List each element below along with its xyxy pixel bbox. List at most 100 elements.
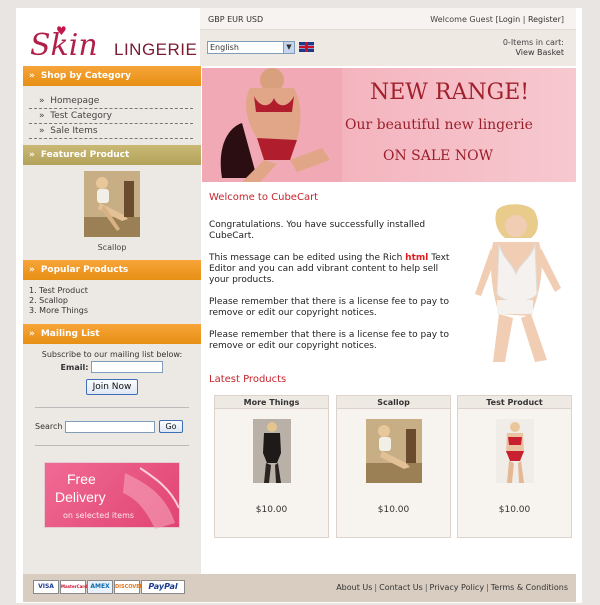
- mailing-heading: » Mailing List: [23, 324, 201, 344]
- category-item-homepage[interactable]: » Homepage: [29, 94, 193, 109]
- product-price: $10.00: [255, 505, 288, 515]
- uk-flag-icon[interactable]: [299, 42, 314, 52]
- promo-free: Free: [67, 471, 96, 487]
- promo-banner[interactable]: NEW RANGE! Our beautiful new lingerie ON…: [202, 68, 576, 182]
- currency-eur[interactable]: EUR: [227, 15, 243, 24]
- amex-card-icon: AMEX: [87, 580, 113, 594]
- product-card[interactable]: Scallop $10.00: [336, 395, 451, 538]
- product-card[interactable]: Test Product $10.00: [457, 395, 572, 538]
- featured-heading: » Featured Product: [23, 145, 201, 165]
- banner-line2: Our beautiful new lingerie: [345, 117, 533, 133]
- welcome-prefix: Welcome Guest [: [430, 15, 499, 24]
- language-select[interactable]: English ▼: [207, 41, 295, 54]
- featured-caption[interactable]: Scallop: [23, 243, 201, 252]
- promo-delivery: Delivery: [55, 489, 106, 505]
- about-us-link[interactable]: About Us: [336, 583, 372, 592]
- currency-switcher: GBP EUR USD: [208, 15, 263, 24]
- intro-para: Congratulations. You have successfully i…: [209, 220, 426, 241]
- popular-heading: » Popular Products: [23, 260, 201, 280]
- product-image[interactable]: [495, 419, 534, 483]
- payment-cards: VISA MasterCard AMEX DISCOVER PayPal: [33, 580, 186, 594]
- go-button[interactable]: Go: [159, 420, 183, 433]
- double-chevron-icon: »: [29, 265, 35, 275]
- discover-card-icon: DISCOVER: [114, 580, 144, 594]
- intro-para: Please remember that there is a license …: [209, 297, 449, 318]
- sidebar: » Shop by Category » Homepage » Test Cate…: [23, 66, 201, 574]
- product-price: $10.00: [498, 505, 531, 515]
- logo-lingerie-text: LINGERIE: [114, 40, 198, 59]
- intro-para: Please remember that there is a license …: [209, 330, 449, 351]
- cart-summary: 0-Items in cart: View Basket: [503, 38, 564, 58]
- double-chevron-icon: »: [29, 71, 35, 81]
- currency-gbp[interactable]: GBP: [208, 15, 225, 24]
- login-link[interactable]: Login: [499, 15, 521, 24]
- intro-text: Congratulations. You have successfully i…: [209, 220, 454, 363]
- search-label: Search: [35, 422, 63, 431]
- store-logo[interactable]: Skin ♥ LINGERIE: [16, 24, 198, 64]
- product-price: $10.00: [377, 505, 410, 515]
- double-chevron-icon: »: [29, 329, 35, 339]
- product-name[interactable]: More Things: [215, 396, 328, 409]
- category-heading-label: Shop by Category: [40, 71, 131, 81]
- language-bar: English ▼ 0-Items in cart: View Basket: [200, 30, 576, 66]
- email-label: Email:: [60, 362, 89, 372]
- heart-icon: ♥: [56, 24, 67, 38]
- product-image[interactable]: [252, 419, 291, 483]
- category-heading: » Shop by Category: [23, 66, 201, 86]
- terms-link[interactable]: Terms & Conditions: [491, 583, 568, 592]
- register-link[interactable]: Register: [528, 15, 561, 24]
- chevron-down-icon[interactable]: ▼: [283, 42, 294, 53]
- currency-usd[interactable]: USD: [246, 15, 263, 24]
- banner-line1: NEW RANGE!: [370, 80, 530, 105]
- welcome-suffix: ]: [560, 15, 564, 24]
- divider: [35, 445, 189, 446]
- product-photo-graphic: [495, 419, 534, 483]
- banner-line3: ON SALE NOW: [383, 148, 493, 164]
- mailing-form: Subscribe to our mailing list below: Ema…: [23, 344, 201, 395]
- popular-item[interactable]: 1. Test Product: [29, 286, 88, 295]
- double-chevron-icon: »: [29, 150, 35, 160]
- category-label: Test Category: [50, 111, 112, 121]
- welcome-text: Welcome Guest [Login | Register]: [430, 15, 564, 24]
- featured-photo-graphic: [84, 171, 140, 237]
- product-photo-graphic: [365, 419, 422, 483]
- language-value: English: [210, 43, 239, 52]
- popular-list: 1. Test Product 2. Scallop 3. More Thing…: [23, 280, 201, 324]
- mailing-heading-label: Mailing List: [40, 329, 100, 339]
- html-highlight: html: [405, 253, 429, 263]
- contact-us-link[interactable]: Contact Us: [379, 583, 423, 592]
- free-delivery-promo[interactable]: Free Delivery on selected items: [44, 462, 180, 529]
- popular-heading-label: Popular Products: [40, 265, 129, 275]
- latest-products-title: Latest Products: [209, 374, 287, 385]
- category-item-test-category[interactable]: » Test Category: [29, 109, 193, 124]
- popular-item[interactable]: 3. More Things: [29, 306, 88, 315]
- intro-para-rich: This message can be edited using the Ric…: [209, 253, 454, 286]
- product-photo-graphic: [252, 419, 291, 483]
- search-input[interactable]: [65, 420, 156, 433]
- popular-item[interactable]: 2. Scallop: [29, 296, 68, 305]
- banner-model-graphic: [202, 68, 342, 182]
- product-card[interactable]: More Things $10.00: [214, 395, 329, 538]
- top-bar: GBP EUR USD Welcome Guest [Login | Regis…: [200, 8, 576, 30]
- featured-product: Scallop: [23, 165, 201, 260]
- model-graphic: [475, 204, 561, 362]
- product-name[interactable]: Test Product: [458, 396, 571, 409]
- product-name[interactable]: Scallop: [337, 396, 450, 409]
- cart-count: 0-Items in cart:: [502, 38, 564, 47]
- product-image[interactable]: [365, 419, 422, 483]
- featured-heading-label: Featured Product: [40, 150, 130, 160]
- category-label: Homepage: [50, 96, 100, 106]
- model-image: [469, 204, 569, 362]
- mastercard-icon: MasterCard: [60, 580, 87, 594]
- promo-sub: on selected items: [63, 511, 135, 520]
- privacy-policy-link[interactable]: Privacy Policy: [430, 583, 485, 592]
- category-list: » Homepage » Test Category » Sale Items: [23, 86, 201, 145]
- featured-product-image[interactable]: [84, 171, 140, 237]
- footer-links: About Us | Contact Us | Privacy Policy | Terms…: [336, 583, 568, 592]
- subscribe-text: Subscribe to our mailing list below:: [41, 350, 183, 359]
- welcome-title: Welcome to CubeCart: [209, 192, 319, 203]
- view-basket-link[interactable]: View Basket: [516, 48, 565, 57]
- category-item-sale-items[interactable]: » Sale Items: [29, 124, 193, 139]
- email-field[interactable]: [91, 361, 164, 373]
- join-now-button[interactable]: Join Now: [85, 379, 139, 395]
